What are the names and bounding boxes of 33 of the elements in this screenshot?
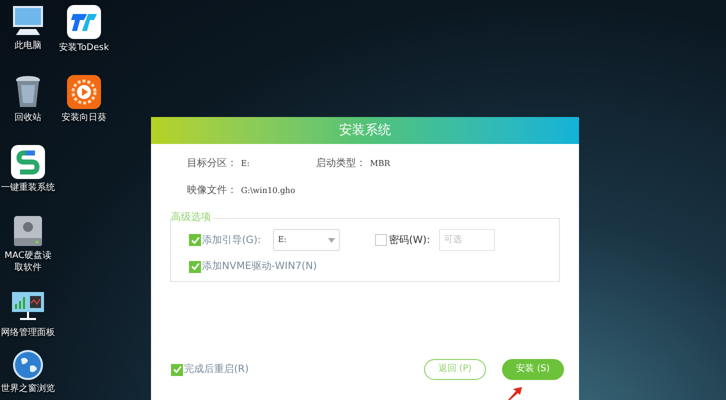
- reinstall-app-icon: [11, 145, 45, 179]
- desktop-icon-label[interactable]: 安装向日葵: [62, 112, 106, 124]
- desktop-icon-label[interactable]: 世界之窗浏览: [1, 383, 55, 395]
- desktop-icon-label[interactable]: 安装ToDesk: [59, 42, 109, 54]
- field-value: E:: [241, 158, 250, 170]
- desktop-icon-label[interactable]: MAC硬盘读取软件: [3, 250, 53, 274]
- desktop-icon-label[interactable]: 网络管理面板: [1, 327, 55, 339]
- desktop-icon-label[interactable]: 此电脑: [14, 40, 42, 52]
- field-value: G:\win10.gho: [241, 184, 296, 196]
- desktop-icon-label[interactable]: 一键重装系统: [1, 182, 55, 194]
- dialog-title: 安装系统: [339, 122, 391, 140]
- checkbox-label[interactable]: 添加引导(G):: [202, 232, 261, 248]
- pointer-arrow-icon: [508, 387, 522, 400]
- checkbox-label[interactable]: 完成后重启(R): [184, 362, 249, 377]
- field-label: 映像文件：: [187, 184, 237, 198]
- computer-icon: [11, 5, 45, 37]
- checkbox[interactable]: [171, 364, 183, 376]
- field-value: MBR: [370, 158, 390, 170]
- checkbox-label[interactable]: 密码(W):: [389, 232, 430, 248]
- checkbox[interactable]: [189, 260, 201, 272]
- globe-icon: [13, 350, 43, 380]
- field-label: 启动类型：: [316, 156, 366, 171]
- todesk-app-icon: [67, 5, 101, 39]
- hard-drive-icon: [13, 215, 43, 247]
- desktop-icon-label[interactable]: 回收站: [14, 112, 42, 124]
- field-label: 目标分区：: [187, 156, 237, 171]
- trash-bin-icon: [15, 75, 41, 109]
- caret-icon: [328, 238, 335, 242]
- checkbox[interactable]: [375, 234, 387, 246]
- checkbox-label[interactable]: 添加NVME驱动-WIN7(N): [202, 259, 317, 274]
- sunflower-app-icon: [67, 75, 101, 109]
- partition-dropdown[interactable]: E:: [273, 229, 340, 251]
- checkbox[interactable]: [189, 234, 201, 246]
